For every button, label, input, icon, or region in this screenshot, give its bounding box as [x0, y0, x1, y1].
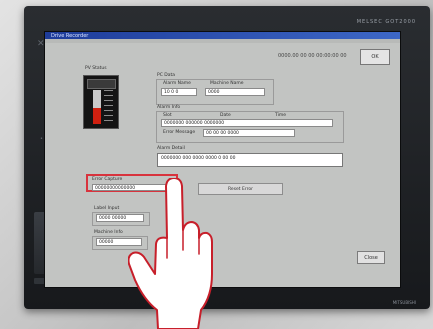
level-panel-title: PV Status — [85, 66, 107, 71]
history-header-date: Date — [220, 113, 231, 118]
history-row-field[interactable]: 0000000 000000 0000000 — [161, 119, 333, 127]
highlight-label: Error Capture — [92, 177, 123, 182]
info-section-title: PC Data — [157, 73, 176, 78]
history-group — [156, 111, 344, 143]
window-titlebar: Drive Recorder — [45, 32, 400, 39]
level-track — [93, 90, 101, 124]
ok-button[interactable]: OK — [360, 49, 390, 65]
navigation-dot-icon[interactable]: • — [40, 135, 43, 144]
pointing-hand-icon — [128, 178, 213, 329]
level-scale — [104, 90, 113, 124]
error-message-field[interactable]: 00 00 00 0000 — [203, 129, 295, 137]
label-input-title: Label Input — [94, 206, 120, 211]
history-header-slot: Slot — [163, 113, 172, 118]
alarm-name-field[interactable]: 10 0 0 — [161, 88, 197, 96]
level-indicator — [83, 75, 119, 129]
level-fill — [93, 108, 101, 124]
level-head — [87, 79, 116, 89]
machine-name-field[interactable]: 0000 — [205, 88, 265, 96]
history-section-title: Alarm Info — [157, 105, 181, 110]
window-toolbar — [45, 39, 400, 43]
machine-name-label: Machine Name — [210, 81, 244, 86]
message-box: 0000000 000 0000 0000 0 00 00 — [157, 153, 343, 167]
message-section-title: Alarm Detail — [157, 146, 185, 151]
brand-label: MELSEC GOT2000 — [356, 19, 416, 25]
close-button[interactable]: Close — [357, 251, 385, 264]
top-info-text: 0000.00 00 00 00:00:00 00 — [278, 53, 347, 59]
history-header-time: Time — [275, 113, 287, 118]
bottom-brand-label: MITSUBISHI — [392, 300, 416, 305]
hmi-screen: Drive Recorder 0000.00 00 00 00:00:00 00… — [44, 31, 401, 288]
alarm-name-label: Alarm Name — [163, 81, 191, 86]
machine-info-title: Machine Info — [94, 230, 123, 235]
error-message-label: Error Message — [163, 130, 196, 135]
